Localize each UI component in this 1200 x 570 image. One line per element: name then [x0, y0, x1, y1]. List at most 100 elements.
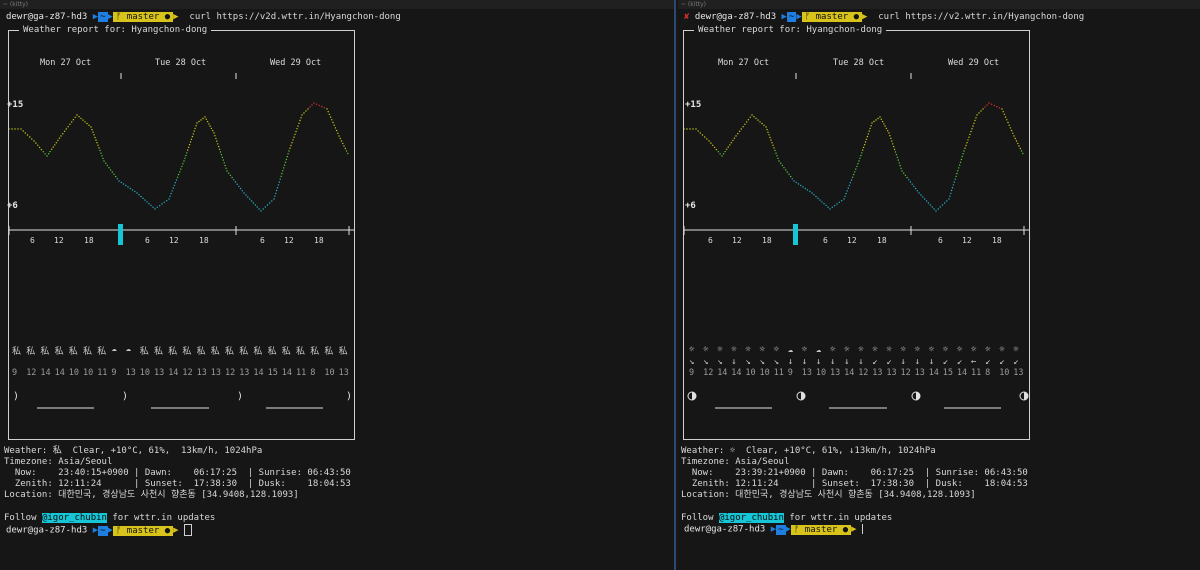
hour-cell: 14 — [928, 368, 939, 378]
curve-dot — [937, 208, 939, 210]
hour-cell: 私 — [239, 347, 249, 357]
twitter-handle-link[interactable]: @igor_chubin — [718, 513, 784, 523]
curve-dot — [202, 117, 204, 120]
curve-dot — [892, 145, 895, 148]
curve-dot — [749, 116, 751, 119]
curve-dot — [138, 194, 140, 196]
curve-dot — [884, 125, 886, 127]
curve-dot — [72, 119, 75, 121]
hour-cell: 私 — [139, 347, 149, 357]
curve-dot — [706, 138, 708, 140]
curve-dot — [331, 119, 333, 121]
curve-dot — [264, 206, 266, 208]
curve-dot — [791, 178, 793, 180]
curve-dot — [973, 122, 975, 125]
curve-dot — [206, 120, 209, 123]
hour-cell: 12 — [703, 368, 714, 378]
curve-dot — [37, 144, 39, 146]
curve-dot — [342, 142, 344, 145]
hour-cell: 9 — [689, 368, 695, 378]
curve-dot — [1020, 150, 1023, 152]
curve-dot — [188, 144, 191, 146]
curve-dot — [231, 176, 233, 179]
curve-dot — [275, 189, 278, 192]
curve-dot — [239, 187, 242, 190]
curve-dot — [220, 154, 223, 156]
curve-dot — [44, 153, 46, 155]
hour-tick: 6 — [938, 236, 943, 245]
location-line: Location: 대한민국, 경상남도 사천시 향촌동 [34.9408,12… — [681, 490, 976, 500]
hour-cell: ☼ — [703, 345, 709, 355]
twitter-handle-link[interactable]: @igor_chubin — [41, 513, 107, 523]
hour-tick: 12 — [284, 236, 294, 245]
hour-cell: 12 — [182, 368, 193, 378]
curve-dot — [140, 195, 142, 198]
hour-cell: ↓ — [928, 357, 935, 367]
curve-dot — [773, 147, 775, 149]
curve-dot — [292, 139, 294, 141]
curve-dot — [286, 155, 288, 158]
terminal-cursor[interactable] — [184, 524, 192, 536]
hour-tick: 6 — [145, 236, 150, 245]
curve-dot — [984, 106, 986, 108]
curve-dot — [82, 119, 84, 121]
curve-dot — [1015, 140, 1018, 142]
curve-dot — [856, 165, 858, 168]
curve-dot — [738, 130, 741, 132]
curve-dot — [775, 152, 777, 154]
curve-dot — [768, 134, 770, 136]
curve-dot — [873, 120, 875, 123]
curve-dot — [770, 139, 772, 141]
hour-cell: ☼ — [914, 345, 921, 355]
curve-dot — [212, 130, 214, 132]
curve-dot — [67, 126, 69, 128]
curve-dot — [721, 155, 723, 157]
follow-line: Follow @igor_chubin for wttr.in updates — [681, 513, 893, 523]
curve-dot — [924, 198, 926, 200]
curve-dot — [975, 117, 977, 119]
hour-cell: 私 — [324, 347, 334, 357]
hour-cell: 15 — [942, 368, 954, 378]
curve-dot — [730, 142, 732, 144]
hour-cell: 私 — [182, 347, 192, 357]
terminal-pane-right[interactable]: ~ (kitty) ✘ dewr@ga-z87-hd3 ▶ ~ ▶ ᚠ master … — [678, 0, 1200, 570]
curve-dot — [1019, 147, 1021, 150]
curve-dot — [209, 125, 211, 127]
curve-dot — [846, 190, 848, 192]
curve-dot — [273, 198, 275, 200]
curve-dot — [866, 135, 869, 138]
hour-cell: ☼ — [759, 345, 765, 355]
curve-dot — [950, 189, 953, 192]
curve-dot — [916, 190, 918, 192]
hour-cell: ☁ — [125, 344, 132, 354]
curve-dot — [181, 165, 183, 168]
curve-dot — [309, 106, 311, 108]
now-line: Now: 23:40:15+0900 | Dawn: 06:17:25 | Su… — [4, 468, 351, 478]
hour-cell: ☼ — [886, 345, 892, 355]
curve-dot — [908, 179, 910, 181]
hour-cell: ↘ — [759, 357, 765, 367]
curve-dot — [948, 198, 950, 200]
curve-dot — [867, 133, 869, 135]
curve-dot — [315, 103, 318, 105]
terminal-pane-left[interactable]: ~ (kitty) dewr@ga-z87-hd3 ▶ ~ ▶ ᚠ master ● ▶… — [0, 0, 676, 570]
curve-dot — [742, 126, 744, 128]
curve-dot — [180, 168, 182, 170]
curve-dot — [229, 174, 232, 177]
curve-dot — [722, 153, 725, 155]
git-branch-icon: ᚠ — [804, 12, 811, 22]
prompt-user: dewr@ga-z87-hd3 — [6, 12, 88, 22]
curve-dot — [226, 170, 228, 172]
weather-report-box: Weather report for: Hyangchon-dong Mon 2… — [683, 25, 1030, 440]
hour-cell: 13 — [154, 368, 165, 378]
curve-dot — [329, 116, 332, 118]
curve-dot — [1006, 119, 1008, 121]
terminal-cursor[interactable] — [862, 524, 863, 534]
curve-dot — [183, 160, 185, 162]
curve-dot — [767, 131, 769, 133]
curve-dot — [968, 136, 970, 138]
curve-dot — [196, 122, 198, 124]
hour-cell: 10 — [83, 368, 94, 378]
curve-dot — [755, 117, 757, 120]
curve-dot — [127, 186, 129, 188]
